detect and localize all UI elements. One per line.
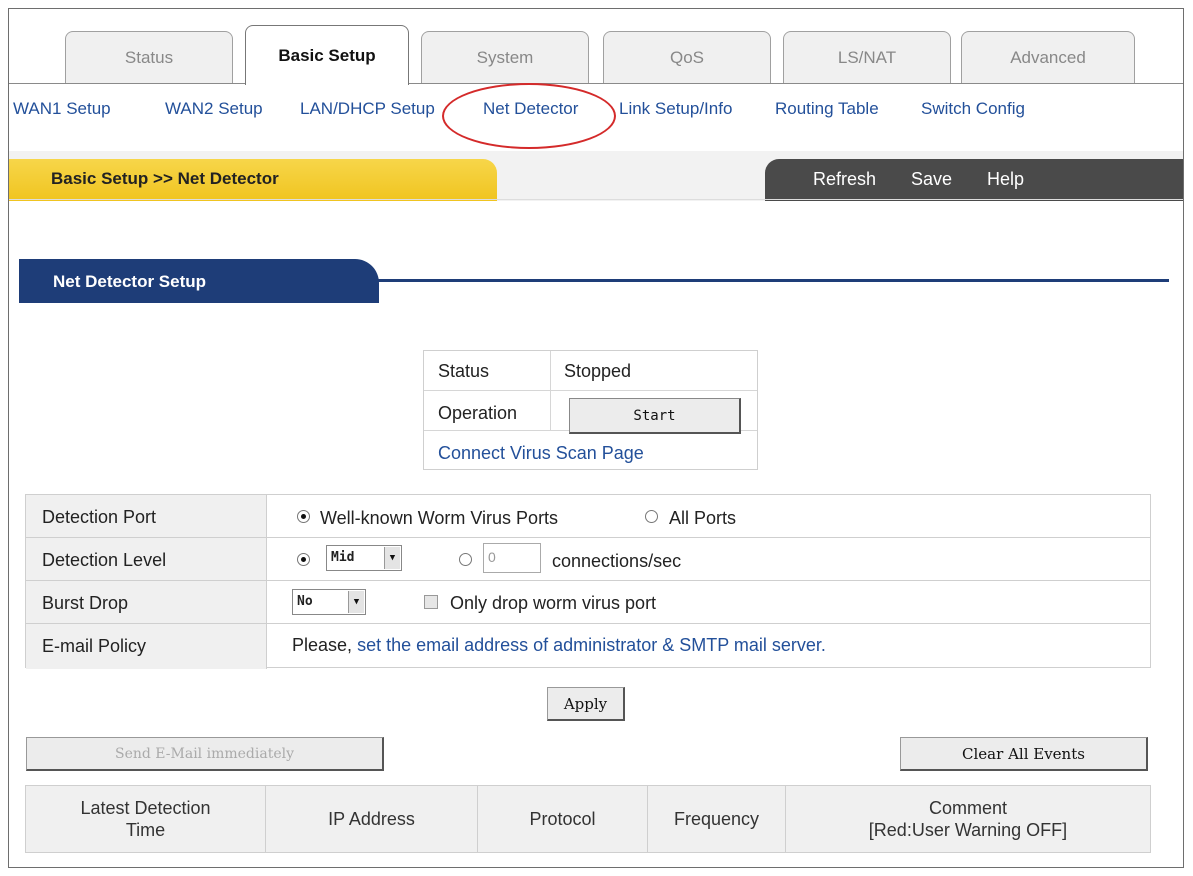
- tab-advanced[interactable]: Advanced: [961, 31, 1135, 83]
- subnav-wan2-setup[interactable]: WAN2 Setup: [165, 99, 263, 119]
- burst-drop-value: No: [297, 594, 313, 609]
- detection-port-row: Detection Port Well-known Worm Virus Por…: [26, 495, 1150, 538]
- subnav-wan1-setup[interactable]: WAN1 Setup: [13, 99, 111, 119]
- virus-scan-link[interactable]: Connect Virus Scan Page: [438, 443, 644, 464]
- save-link[interactable]: Save: [911, 169, 952, 190]
- only-drop-label: Only drop worm virus port: [450, 593, 657, 613]
- col-ip-address: IP Address: [266, 786, 478, 852]
- tab-ls-nat[interactable]: LS/NAT: [783, 31, 951, 83]
- clear-events-button[interactable]: Clear All Events: [900, 737, 1148, 771]
- status-value: Stopped: [564, 361, 632, 381]
- tab-status[interactable]: Status: [65, 31, 233, 83]
- email-policy-text: Please, set the email address of adminis…: [292, 635, 826, 656]
- tab-basic-setup[interactable]: Basic Setup: [245, 25, 409, 85]
- header-actions: Refresh Save Help: [765, 159, 1183, 201]
- detection-port-label: Detection Port: [26, 495, 267, 537]
- wellknown-ports-label: Well-known Worm Virus Ports: [320, 508, 559, 528]
- col-protocol: Protocol: [478, 786, 648, 852]
- all-ports-radio[interactable]: [645, 510, 658, 523]
- help-link[interactable]: Help: [987, 169, 1024, 190]
- level-preset-radio[interactable]: [297, 553, 310, 566]
- settings-table: Detection Port Well-known Worm Virus Por…: [25, 494, 1151, 669]
- tab-system[interactable]: System: [421, 31, 589, 83]
- chevron-down-icon: ▼: [384, 547, 400, 569]
- only-drop-checkbox[interactable]: [424, 595, 438, 609]
- email-policy-row: E-mail Policy Please, set the email addr…: [26, 624, 1150, 669]
- all-ports-label: All Ports: [669, 508, 737, 528]
- chevron-down-icon: ▼: [348, 591, 364, 613]
- connections-unit-label: connections/sec: [552, 551, 682, 571]
- detection-level-row: Detection Level Mid ▼ 0 connections/sec: [26, 538, 1150, 581]
- status-label: Status: [438, 361, 490, 381]
- status-panel: Status Stopped Operation Start Connect V…: [423, 350, 758, 470]
- subnav-link-setup-info[interactable]: Link Setup/Info: [619, 99, 732, 119]
- section-title: Net Detector Setup: [19, 259, 379, 303]
- content-divider: [9, 199, 1183, 200]
- col-frequency: Frequency: [648, 786, 786, 852]
- burst-drop-label: Burst Drop: [26, 581, 267, 623]
- tab-qos[interactable]: QoS: [603, 31, 771, 83]
- connections-per-sec-input[interactable]: 0: [483, 543, 541, 573]
- subnav-lan-dhcp-setup[interactable]: LAN/DHCP Setup: [300, 99, 435, 119]
- tab-baseline: [9, 83, 1183, 84]
- subnav-routing-table[interactable]: Routing Table: [775, 99, 879, 119]
- burst-drop-select[interactable]: No ▼: [292, 589, 366, 615]
- section-rule: [369, 279, 1169, 282]
- subnav-switch-config[interactable]: Switch Config: [921, 99, 1025, 119]
- apply-button[interactable]: Apply: [547, 687, 625, 721]
- col-comment: Comment [Red:User Warning OFF]: [868, 798, 1068, 840]
- email-settings-link[interactable]: set the email address of administrator &…: [357, 635, 826, 655]
- start-button[interactable]: Start: [569, 398, 741, 434]
- wellknown-ports-radio[interactable]: [297, 510, 310, 523]
- sub-nav: WAN1 Setup WAN2 Setup LAN/DHCP Setup Net…: [9, 87, 1183, 135]
- router-admin-window: Status Basic Setup System QoS LS/NAT Adv…: [8, 8, 1184, 868]
- detection-level-label: Detection Level: [26, 538, 267, 580]
- subnav-net-detector[interactable]: Net Detector: [483, 99, 578, 119]
- col-latest-detection-time: Latest Detection Time: [26, 786, 266, 852]
- level-custom-radio[interactable]: [459, 553, 472, 566]
- main-tab-bar: Status Basic Setup System QoS LS/NAT Adv…: [9, 9, 1183, 85]
- refresh-link[interactable]: Refresh: [813, 169, 876, 190]
- breadcrumb: Basic Setup >> Net Detector: [9, 159, 497, 201]
- email-policy-prefix: Please,: [292, 635, 353, 655]
- detection-level-value: Mid: [331, 550, 355, 565]
- email-policy-label: E-mail Policy: [26, 624, 267, 669]
- operation-label: Operation: [438, 403, 518, 423]
- status-row: Status Stopped: [424, 351, 757, 391]
- detection-level-select[interactable]: Mid ▼: [326, 545, 402, 571]
- burst-drop-row: Burst Drop No ▼ Only drop worm virus por…: [26, 581, 1150, 624]
- events-table-header: Latest Detection Time IP Address Protoco…: [25, 785, 1151, 853]
- send-email-button[interactable]: Send E-Mail immediately: [26, 737, 384, 771]
